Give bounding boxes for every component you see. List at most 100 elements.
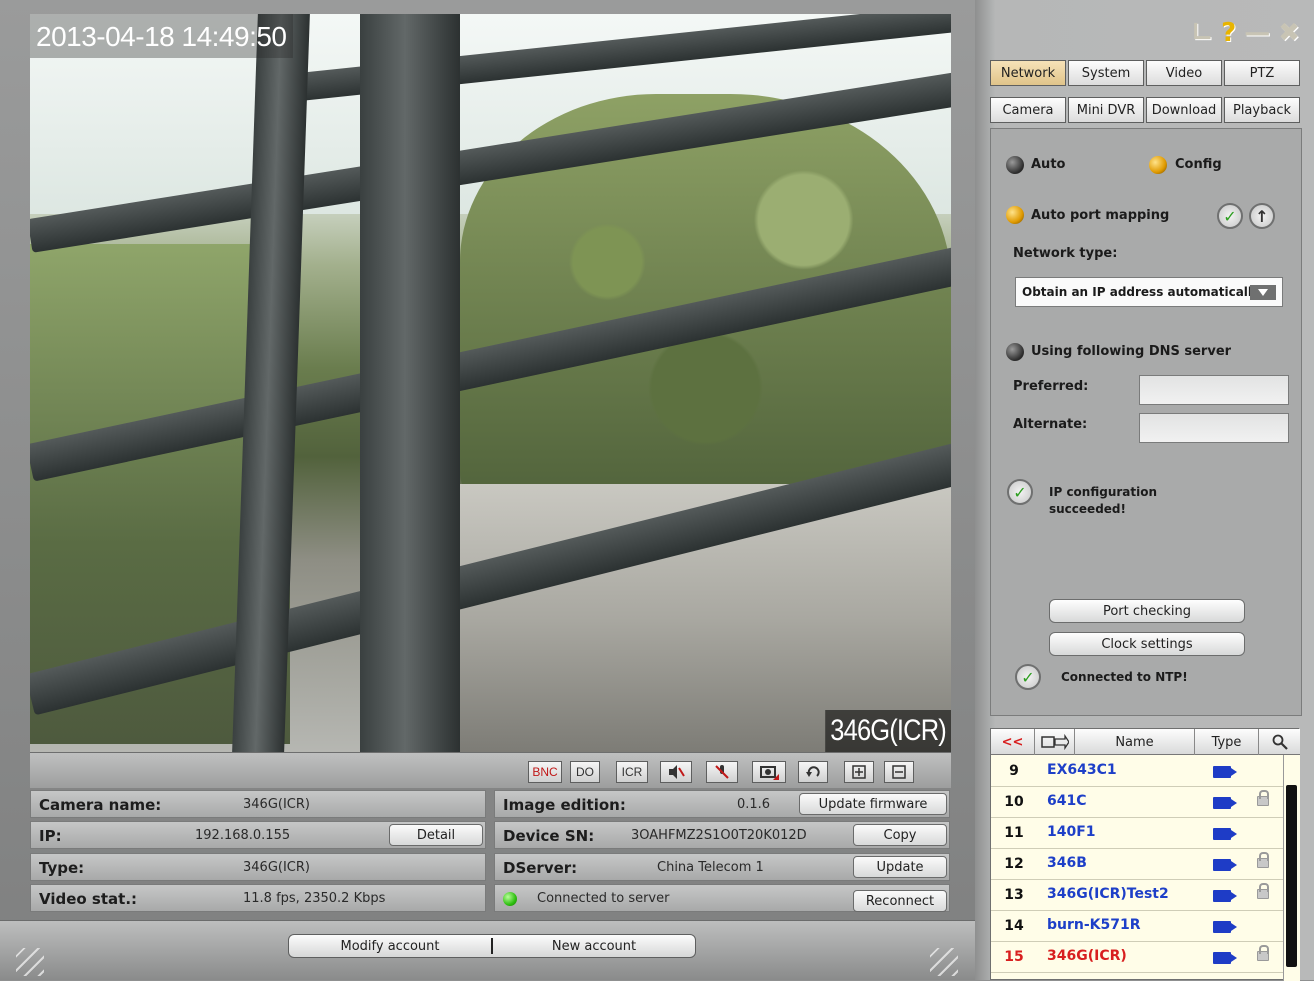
do-label: DO <box>576 765 594 779</box>
dns-server-label: Using following DNS server <box>1031 344 1232 359</box>
device-number: 15 <box>1004 949 1024 965</box>
image-edition-row: Image edition: 0.1.6 Update firmware <box>494 790 950 818</box>
help-icon[interactable]: ? <box>1221 18 1236 48</box>
auto-radio[interactable] <box>1006 156 1024 174</box>
camera-name-value: 346G(ICR) <box>243 797 310 812</box>
resize-grip-icon[interactable] <box>930 948 958 976</box>
zoom-in-icon[interactable] <box>844 761 874 783</box>
dns-server-toggle[interactable] <box>1006 343 1024 361</box>
success-check-icon: ✓ <box>1007 479 1033 505</box>
type-value: 346G(ICR) <box>243 860 310 875</box>
scrollbar-thumb[interactable] <box>1286 785 1297 967</box>
add-device-icon[interactable] <box>1035 729 1075 755</box>
ntp-status-text: Connected to NTP <box>1061 670 1183 684</box>
config-radio[interactable] <box>1149 156 1167 174</box>
auto-label: Auto <box>1031 157 1066 172</box>
window-post <box>360 14 460 752</box>
auto-port-mapping-toggle[interactable] <box>1006 206 1024 224</box>
zoom-out-icon[interactable] <box>884 761 914 783</box>
camera-name-label: Camera name: <box>39 796 162 814</box>
bnc-button[interactable]: BNC <box>528 761 562 783</box>
video-view[interactable]: 2013-04-18 14:49:50 346G(ICR) <box>30 14 951 752</box>
copy-button[interactable]: Copy <box>853 824 947 846</box>
do-button[interactable]: DO <box>570 761 600 783</box>
speaker-mute-icon[interactable] <box>660 761 692 783</box>
resize-grip-icon[interactable] <box>16 948 44 976</box>
dserver-label: DServer: <box>503 859 578 877</box>
device-name: 140F1 <box>1047 824 1096 840</box>
dserver-row: DServer: China Telecom 1 Update <box>494 853 950 881</box>
new-account-button[interactable]: New account <box>493 935 695 957</box>
tab-camera[interactable]: Camera <box>990 97 1066 123</box>
device-row[interactable]: 9 EX643C1 <box>991 756 1283 787</box>
device-name: 346G(ICR) <box>1047 948 1127 964</box>
reconnect-button[interactable]: Reconnect <box>853 890 947 912</box>
tab-system[interactable]: System <box>1068 60 1144 86</box>
device-row[interactable]: 12 346B <box>991 849 1283 880</box>
icr-button[interactable]: ICR <box>616 761 648 783</box>
tab-network[interactable]: Network <box>990 60 1066 86</box>
search-icon[interactable] <box>1259 729 1300 755</box>
connection-status: Connected to server <box>537 891 670 906</box>
device-number: 14 <box>1004 918 1024 934</box>
device-row[interactable]: 11 140F1 <box>991 818 1283 849</box>
tab-ptz[interactable]: PTZ <box>1224 60 1300 86</box>
minimize-icon[interactable]: — <box>1244 18 1270 48</box>
ntp-status: Connected to NTP! <box>1061 670 1188 684</box>
detail-button[interactable]: Detail <box>389 824 483 846</box>
mic-off-icon[interactable] <box>706 761 738 783</box>
device-number: 9 <box>1009 763 1019 779</box>
video-camera-icon <box>1213 890 1237 902</box>
ntp-check-icon: ✓ <box>1015 664 1041 690</box>
network-type-value: Obtain an IP address automatically <box>1022 285 1260 299</box>
connection-row: Connected to server Reconnect <box>494 884 950 912</box>
device-row[interactable]: 10 641C <box>991 787 1283 818</box>
device-sn-label: Device SN: <box>503 827 595 845</box>
back-button[interactable]: << <box>991 729 1035 755</box>
device-row[interactable]: 14 burn-K571R <box>991 911 1283 942</box>
update-button[interactable]: Update <box>853 856 947 878</box>
device-sn-value: 3OAHFMZ2S1O0T20K012D <box>631 828 807 843</box>
snapshot-icon[interactable] <box>752 761 786 783</box>
type-row: Type: 346G(ICR) <box>30 853 486 881</box>
device-list-scrollbar[interactable] <box>1283 755 1300 981</box>
network-type-select[interactable]: Obtain an IP address automatically <box>1015 277 1283 307</box>
update-firmware-button[interactable]: Update firmware <box>799 793 947 815</box>
lock-icon <box>1257 945 1269 961</box>
apply-check-icon[interactable]: ✓ <box>1217 203 1243 229</box>
tab-mini-dvr[interactable]: Mini DVR <box>1068 97 1144 123</box>
close-icon[interactable]: ✖ <box>1278 18 1300 48</box>
tab-download[interactable]: Download <box>1146 97 1222 123</box>
network-type-label: Network type: <box>1013 246 1118 261</box>
tab-playback[interactable]: Playback <box>1224 97 1300 123</box>
device-number: 11 <box>1004 825 1024 841</box>
network-config-panel: Auto Config Auto port mapping ✓ ↑ Networ… <box>990 128 1302 716</box>
device-number: 12 <box>1004 856 1024 872</box>
layout-icon[interactable]: ∟ <box>1191 18 1213 48</box>
device-number: 13 <box>1004 887 1024 903</box>
alternate-dns-input[interactable] <box>1139 413 1289 443</box>
device-row[interactable]: 13 346G(ICR)Test2 <box>991 880 1283 911</box>
image-edition-value: 0.1.6 <box>737 797 771 812</box>
port-checking-button[interactable]: Port checking <box>1049 599 1245 623</box>
lock-icon <box>1257 790 1269 806</box>
name-column-header[interactable]: Name <box>1075 729 1195 755</box>
preferred-dns-input[interactable] <box>1139 375 1289 405</box>
info-icon[interactable]: ↑ <box>1249 203 1275 229</box>
type-column-header[interactable]: Type <box>1195 729 1259 755</box>
modify-account-button[interactable]: Modify account <box>289 935 491 957</box>
ip-config-status: IP configuration succeeded! <box>1049 485 1158 516</box>
video-camera-icon <box>1213 952 1237 964</box>
ip-label: IP: <box>39 827 62 845</box>
image-edition-label: Image edition: <box>503 796 626 814</box>
video-stat-value: 11.8 fps, 2350.2 Kbps <box>243 891 386 906</box>
device-row[interactable]: 15 346G(ICR) <box>991 942 1283 973</box>
tab-video[interactable]: Video <box>1146 60 1222 86</box>
clock-settings-button[interactable]: Clock settings <box>1049 632 1245 656</box>
ip-value: 192.168.0.155 <box>195 828 291 843</box>
chevron-down-icon <box>1250 285 1276 300</box>
rotate-icon[interactable] <box>798 761 828 783</box>
device-list-header: << Name Type <box>991 729 1300 755</box>
video-stat-row: Video stat.: 11.8 fps, 2350.2 Kbps <box>30 884 486 912</box>
preferred-label: Preferred: <box>1013 379 1089 394</box>
